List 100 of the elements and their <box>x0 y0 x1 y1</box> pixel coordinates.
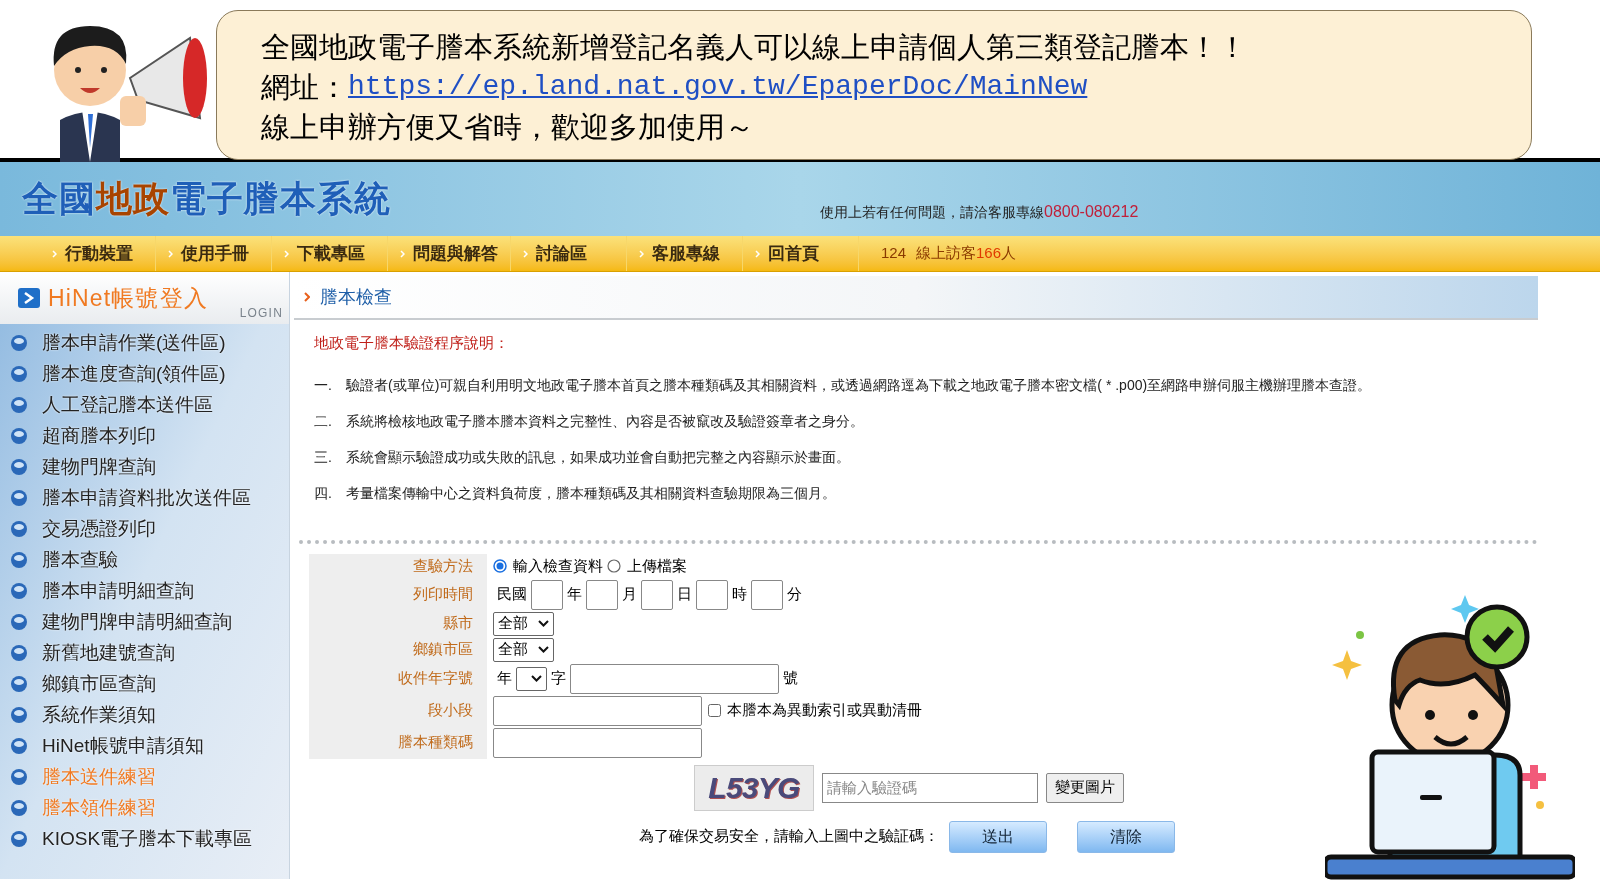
text-field[interactable] <box>586 579 618 610</box>
sidebar-link[interactable]: 交易憑證列印 <box>10 516 289 542</box>
text-field[interactable] <box>570 663 779 694</box>
bullet-icon <box>10 426 28 445</box>
checkbox-icon <box>708 704 721 717</box>
nav-link[interactable]: 問題與解答 <box>388 236 511 271</box>
field-label: 鄉鎮市區 <box>309 636 487 663</box>
chevron-icon <box>52 249 57 258</box>
sidebar-link[interactable]: 系統作業須知 <box>10 702 289 728</box>
bullet-icon <box>10 519 28 538</box>
nav-link[interactable]: 討論區 <box>511 236 627 271</box>
sidebar-link[interactable]: 新舊地建號查詢 <box>10 640 289 666</box>
step-text: 考量檔案傳輸中心之資料負荷度，謄本種類碼及其相關資料查驗期限為三個月。 <box>346 483 836 503</box>
text-field[interactable] <box>696 579 728 610</box>
text-field[interactable] <box>493 695 702 726</box>
field-text: 民國 <box>497 584 527 605</box>
caret-icon <box>538 646 549 653</box>
dropdown[interactable]: 全部 <box>493 637 554 662</box>
sidebar-link[interactable]: HiNet帳號申請須知 <box>10 733 289 759</box>
caret-icon <box>538 620 549 627</box>
visitor-count: 166 <box>976 243 1002 264</box>
url-label: 網址： <box>261 70 348 105</box>
bullet-icon <box>10 488 28 507</box>
dropdown[interactable] <box>516 666 547 691</box>
chevron-icon <box>523 249 528 258</box>
step-text: 系統會顯示驗證成功或失敗的訊息，如果成功並會自動把完整之內容顯示於畫面。 <box>346 447 850 467</box>
step-number: 二. <box>314 411 333 431</box>
bullet-icon <box>10 364 28 383</box>
text-field[interactable] <box>751 579 783 610</box>
text-field[interactable] <box>641 579 673 610</box>
bullet-icon <box>10 333 28 352</box>
unit-text: 時 <box>732 584 747 605</box>
step-number: 三. <box>314 447 333 467</box>
bullet-icon <box>10 674 28 693</box>
unit-text: 年 <box>567 584 582 605</box>
unit-text: 號 <box>783 668 798 689</box>
chevron-icon <box>755 249 760 258</box>
field-label: 謄本種類碼 <box>309 726 487 759</box>
sidebar-link[interactable]: 建物門牌申請明細查詢 <box>10 609 289 635</box>
nav-link[interactable]: 使用手冊 <box>156 236 272 271</box>
url-link[interactable]: https://ep.land.nat.gov.tw/EpaperDoc/MainNew <box>348 67 1088 107</box>
step-number: 一. <box>314 375 333 395</box>
radio-option[interactable]: 上傳檔案 <box>607 554 687 578</box>
dropdown[interactable]: 全部 <box>493 611 554 636</box>
sidebar-link[interactable]: 超商謄本列印 <box>10 423 289 449</box>
sidebar-link[interactable]: 謄本申請資料批次送件區 <box>10 485 289 511</box>
unit-text: 字 <box>551 668 566 689</box>
bullet-icon <box>10 550 28 569</box>
visitor-unit: 人 <box>1001 243 1017 264</box>
chevron-icon <box>304 292 310 302</box>
captcha-prompt: 為了確保交易安全，請輸入上圖中之驗証碼： <box>639 826 939 847</box>
site-logo: 全國地政電子謄本系統 <box>22 177 392 221</box>
nav-link[interactable]: 行動裝置 <box>40 236 156 271</box>
unit-text: 年 <box>497 668 512 689</box>
visitor-label: 線上訪客 <box>916 243 977 264</box>
change-image-button[interactable]: 變更圖片 <box>1046 772 1124 803</box>
radio-icon <box>607 559 621 573</box>
form-button[interactable]: 送出 <box>949 820 1047 853</box>
nav-link[interactable]: 回首頁 <box>743 236 859 271</box>
text-field[interactable] <box>493 727 702 758</box>
sidebar-link[interactable]: 謄本進度查詢(領件區) <box>10 361 289 387</box>
bullet-icon <box>10 829 28 848</box>
sidebar-link[interactable]: KIOSK電子謄本下載專區 <box>10 826 289 852</box>
sidebar-link[interactable]: 謄本申請明細查詢 <box>10 578 289 604</box>
login-watermark: LOGIN <box>239 305 283 322</box>
chevron-icon <box>639 249 644 258</box>
announcement-text: 全國地政電子謄本系統新增登記名義人可以線上申請個人第三類登記謄本！！ <box>261 30 1248 65</box>
sidebar-link[interactable]: 鄉鎮市區查詢 <box>10 671 289 697</box>
sidebar-link[interactable]: 謄本查驗 <box>10 547 289 573</box>
captcha-image: L53YG <box>694 764 814 811</box>
captcha-field[interactable]: 請輸入驗證碼 <box>822 772 1038 803</box>
unit-text: 月 <box>622 584 637 605</box>
field-label: 列印時間 <box>309 578 487 611</box>
radio-option[interactable]: 輸入檢查資料 <box>493 554 603 578</box>
unit-text: 日 <box>677 584 692 605</box>
step-text: 驗證者(或單位)可親自利用明文地政電子謄本首頁之謄本種類碼及其相關資料，或透過網路逕為下載之地政電子謄本密文檔( * .p00)至網路申辦伺服主機辦理謄本查證。 <box>346 375 1372 395</box>
form-button[interactable]: 清除 <box>1077 820 1175 853</box>
bullet-icon <box>10 612 28 631</box>
unit-text: 分 <box>787 584 802 605</box>
bullet-icon <box>10 643 28 662</box>
announcement-text: 線上申辦方便又省時，歡迎多加使用～ <box>261 110 755 145</box>
step-text: 系統將檢核地政電子謄本謄本資料之完整性、內容是否被竄改及驗證簽章者之身分。 <box>346 411 864 431</box>
text-field[interactable] <box>531 579 563 610</box>
bullet-icon <box>10 395 28 414</box>
nav-link[interactable]: 客服專線 <box>627 236 743 271</box>
caret-icon <box>531 675 542 682</box>
bullet-icon <box>10 581 28 600</box>
sidebar-link[interactable]: 建物門牌查詢 <box>10 454 289 480</box>
chevron-icon <box>168 249 173 258</box>
bullet-icon <box>10 767 28 786</box>
sidebar-link[interactable]: 謄本申請作業(送件區) <box>10 330 289 356</box>
nav-link[interactable]: 下載專區 <box>272 236 388 271</box>
bullet-icon <box>10 705 28 724</box>
checkbox-option[interactable]: 本謄本為異動索引或異動清冊 <box>708 699 922 722</box>
field-label: 縣市 <box>309 610 487 637</box>
section-title: 謄本檢查 <box>320 285 392 309</box>
help-text: 使用上若有任何問題，請洽客服專線 <box>820 203 1044 222</box>
chevron-icon <box>400 249 405 258</box>
sidebar-link[interactable]: 人工登記謄本送件區 <box>10 392 289 418</box>
visit-counter: 124 <box>881 243 907 264</box>
